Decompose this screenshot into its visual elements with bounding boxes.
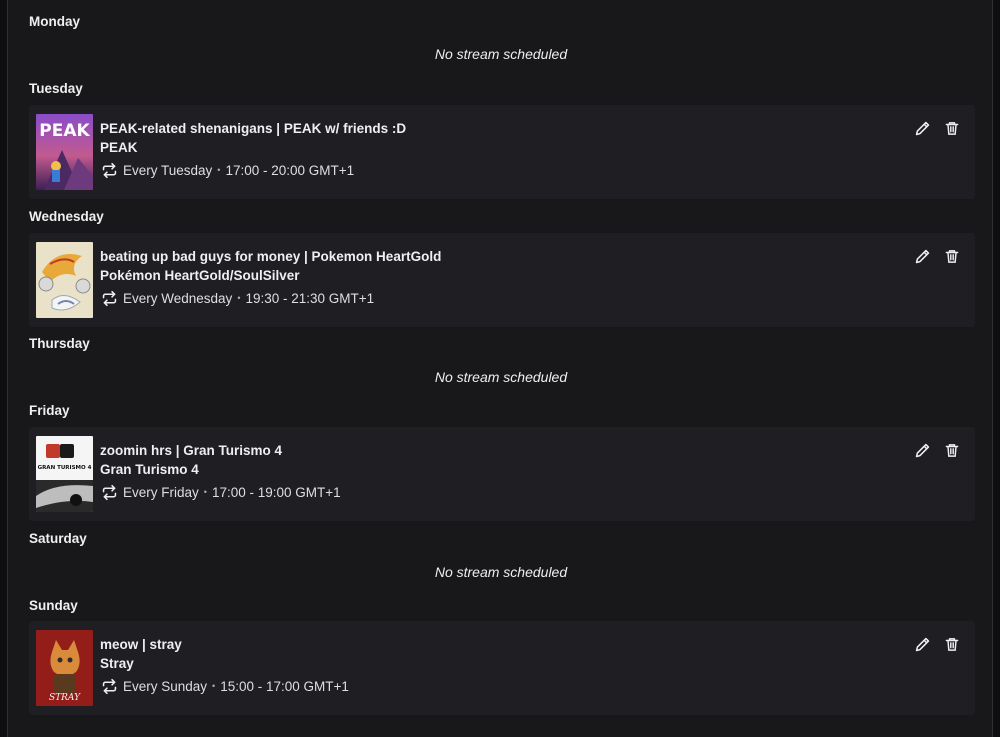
trash-icon (945, 121, 959, 135)
recurrence-text: Every Tuesday (123, 162, 213, 178)
day-heading-saturday: Saturday (29, 531, 87, 546)
day-heading-tuesday: Tuesday (29, 81, 83, 96)
edit-button[interactable] (911, 117, 933, 139)
peak-cover-logo: PEAK (39, 121, 90, 141)
day-heading-sunday: Sunday (29, 598, 78, 613)
no-stream-note-monday: No stream scheduled (434, 46, 568, 62)
trash-icon (945, 443, 959, 457)
delete-button[interactable] (941, 633, 963, 655)
recurrence-text: Every Friday (123, 484, 199, 500)
edit-button[interactable] (911, 245, 933, 267)
schedule-info: Every Wednesday • 19:30 - 21:30 GMT+1 (101, 289, 374, 307)
stream-game: Stray (100, 656, 134, 671)
trash-icon (945, 249, 959, 263)
recurrence-text: Every Wednesday (123, 290, 233, 306)
stream-card-sunday[interactable]: STRAY meow | stray Stray Every Sunday • … (29, 621, 975, 715)
repeat-icon (101, 678, 118, 695)
time-range: 19:30 - 21:30 GMT+1 (245, 290, 375, 306)
no-stream-note-thursday: No stream scheduled (434, 369, 568, 385)
time-range: 17:00 - 19:00 GMT+1 (211, 484, 341, 500)
separator-dot: • (237, 293, 241, 303)
stream-card-wednesday[interactable]: beating up bad guys for money | Pokemon … (29, 233, 975, 327)
day-heading-thursday: Thursday (29, 336, 90, 351)
time-range: 15:00 - 17:00 GMT+1 (220, 678, 349, 694)
stream-title: zoomin hrs | Gran Turismo 4 (100, 443, 283, 458)
stream-card-tuesday[interactable]: PEAK PEAK-related shenanigans | PEAK w/ … (29, 105, 975, 199)
stray-cover-logo: STRAY (49, 693, 81, 703)
schedule-info: Every Sunday • 15:00 - 17:00 GMT+1 (101, 677, 349, 695)
delete-button[interactable] (941, 439, 963, 461)
day-heading-friday: Friday (29, 403, 70, 418)
repeat-icon (101, 484, 118, 501)
stream-card-friday[interactable]: GRAN TURISMO 4 zoomin hrs | Gran Turismo… (29, 427, 975, 521)
day-heading-monday: Monday (29, 14, 81, 29)
repeat-icon (101, 290, 118, 307)
stream-game: Gran Turismo 4 (100, 462, 199, 477)
day-heading-wednesday: Wednesday (29, 209, 104, 224)
delete-button[interactable] (941, 245, 963, 267)
delete-button[interactable] (941, 117, 963, 139)
stream-game: Pokémon HeartGold/SoulSilver (100, 268, 300, 283)
edit-icon (915, 249, 929, 263)
gt4-cover-logo: GRAN TURISMO 4 (38, 465, 92, 471)
edit-icon (915, 637, 929, 651)
schedule-info: Every Friday • 17:00 - 19:00 GMT+1 (101, 483, 341, 501)
edit-icon (915, 443, 929, 457)
trash-icon (945, 637, 959, 651)
separator-dot: • (212, 681, 216, 691)
schedule-panel: Monday No stream scheduled Tuesday PEAK … (7, 0, 993, 737)
separator-dot: • (217, 165, 221, 175)
edit-icon (915, 121, 929, 135)
game-cover-stray: STRAY (36, 630, 93, 706)
game-cover-gran-turismo: GRAN TURISMO 4 (36, 436, 93, 512)
stream-title: beating up bad guys for money | Pokemon … (100, 249, 442, 264)
game-cover-pokemon (36, 242, 93, 318)
edit-button[interactable] (911, 633, 933, 655)
edit-button[interactable] (911, 439, 933, 461)
stream-title: PEAK-related shenanigans | PEAK w/ frien… (100, 121, 407, 136)
stream-game: PEAK (100, 140, 138, 155)
no-stream-note-saturday: No stream scheduled (434, 564, 568, 580)
recurrence-text: Every Sunday (123, 678, 208, 694)
schedule-info: Every Tuesday • 17:00 - 20:00 GMT+1 (101, 161, 354, 179)
stream-title: meow | stray (100, 637, 182, 652)
time-range: 17:00 - 20:00 GMT+1 (225, 162, 355, 178)
game-cover-peak: PEAK (36, 114, 93, 190)
separator-dot: • (203, 487, 207, 497)
repeat-icon (101, 162, 118, 179)
